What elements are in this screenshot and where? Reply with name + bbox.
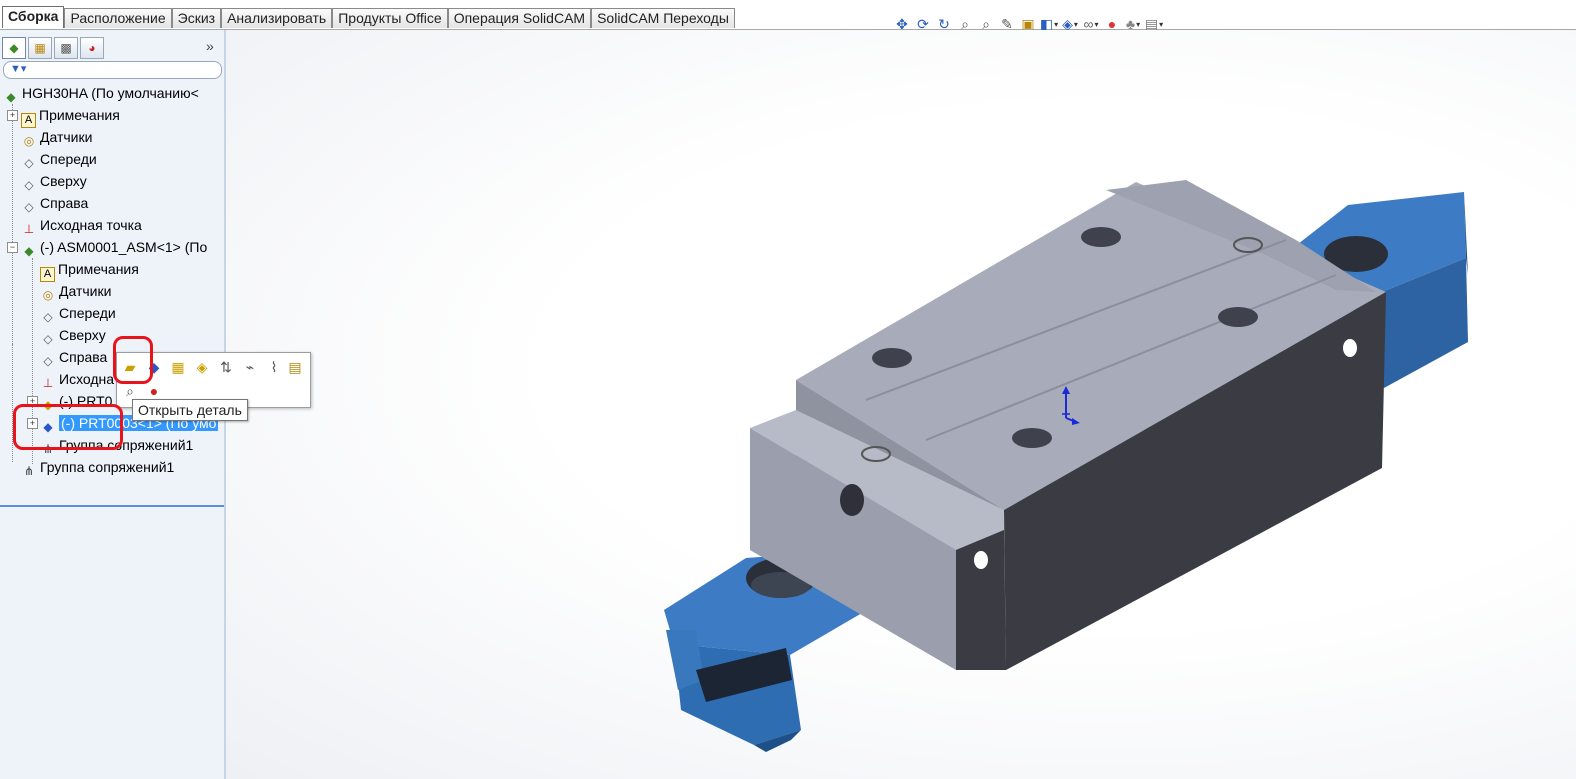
tree-item-subassembly[interactable]: ◆ (-) ASM0001_ASM<1> (По: [21, 236, 207, 258]
highlight-selected-part: [13, 404, 123, 450]
tree-item-sub-right-plane[interactable]: ◇ Справа: [40, 346, 107, 368]
command-manager: Сборка Расположение Эскиз Анализировать …: [0, 0, 1576, 30]
tab-office-products[interactable]: Продукты Office: [332, 8, 448, 28]
plane-icon: ◇: [24, 178, 34, 192]
tree-item-sensors[interactable]: ◎ Датчики: [21, 126, 93, 148]
tree-line: [12, 104, 13, 344]
tab-evaluate[interactable]: Анализировать: [221, 8, 333, 28]
expand-toggle[interactable]: −: [7, 242, 18, 253]
tab-solidcam-transitions[interactable]: SolidCAM Переходы: [591, 8, 735, 28]
sort-icon[interactable]: ⇅: [216, 357, 236, 377]
plane-icon: ◇: [24, 156, 34, 170]
zoom-selection-icon[interactable]: ⌕: [120, 381, 140, 401]
tooltip: Открыть деталь: [132, 399, 248, 421]
change-transparency-icon[interactable]: ◈: [192, 357, 212, 377]
linear-guide-model[interactable]: [226, 30, 1576, 779]
origin-icon: ⊥: [23, 222, 35, 236]
tree-item-sub-annotations[interactable]: A Примечания: [40, 258, 139, 282]
origin-icon: ⊥: [42, 376, 54, 390]
panel-divider: [0, 505, 224, 507]
tree-item-sub-top-plane[interactable]: ◇ Сверху: [40, 324, 105, 346]
expand-toggle[interactable]: +: [7, 110, 18, 121]
configuration-manager-icon[interactable]: ▩: [54, 37, 78, 59]
plane-icon: ◇: [24, 200, 34, 214]
sensors-icon: ◎: [23, 134, 35, 148]
appearance-icon[interactable]: ●: [144, 381, 164, 401]
expand-tabs-icon[interactable]: »: [206, 38, 214, 54]
tree-item-top-plane[interactable]: ◇ Сверху: [21, 170, 86, 192]
tab-sketch[interactable]: Эскиз: [171, 8, 222, 28]
feature-manager-icon[interactable]: ◆: [2, 37, 26, 59]
display-manager-icon[interactable]: ◕: [80, 37, 104, 59]
tab-layout[interactable]: Расположение: [64, 8, 172, 28]
plane-icon: ◇: [43, 354, 53, 368]
highlight-open-part: [113, 336, 153, 384]
filter-icon[interactable]: ▼▾: [10, 62, 26, 75]
tree-item-sub-sensors[interactable]: ◎ Датчики: [40, 280, 112, 302]
isolate-icon[interactable]: ▦: [168, 357, 188, 377]
assembly-icon: ◆: [24, 244, 34, 258]
tree-item-front-plane[interactable]: ◇ Спереди: [21, 148, 96, 170]
tab-solidcam-operation[interactable]: Операция SolidCAM: [447, 8, 592, 28]
properties-icon[interactable]: ▤: [285, 357, 305, 377]
plane-icon: ◇: [43, 332, 53, 346]
tree-line: [12, 344, 13, 462]
tree-item-annotations[interactable]: A Примечания: [21, 104, 120, 128]
tab-assembly[interactable]: Сборка: [2, 6, 65, 28]
assembly-icon: ◆: [6, 90, 16, 104]
mate-icon[interactable]: ⌁: [240, 357, 260, 377]
smart-mate-icon[interactable]: ⌇: [264, 357, 284, 377]
plane-icon: ◇: [43, 310, 53, 324]
tree-item-mates[interactable]: ⋔ Группа сопряжений1: [21, 456, 174, 478]
tree-item-sub-origin[interactable]: ⊥ Исходна: [40, 368, 114, 390]
block-body: [750, 180, 1386, 670]
tree-root[interactable]: ◆ HGH30HA (По умолчанию<: [3, 82, 198, 104]
sensors-icon: ◎: [42, 288, 54, 302]
tree-filter-input[interactable]: ▼▾: [3, 61, 222, 79]
tree-item-sub-front-plane[interactable]: ◇ Спереди: [40, 302, 115, 324]
graphics-area[interactable]: [226, 30, 1576, 779]
property-manager-icon[interactable]: ▦: [28, 37, 52, 59]
mates-icon: ⋔: [23, 464, 35, 478]
tree-item-origin[interactable]: ⊥ Исходная точка: [21, 214, 142, 236]
tree-item-right-plane[interactable]: ◇ Справа: [21, 192, 88, 214]
